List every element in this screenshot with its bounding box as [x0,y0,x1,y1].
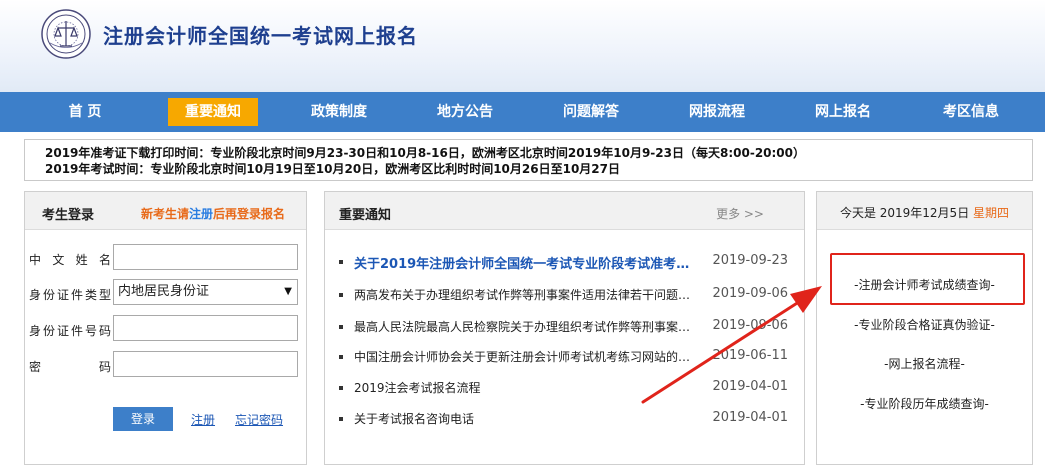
register-hint-link[interactable]: 注册 [189,207,213,221]
main-nav: 首 页 重要通知 政策制度 地方公告 问题解答 网报流程 网上报名 考区信息 [0,92,1045,132]
nav-item-exam-areas[interactable]: 考区信息 [926,98,1016,126]
name-input[interactable] [113,244,298,270]
login-panel: 考生登录 新考生请注册后再登录报名 中 文 姓 名 身份证件类型 内地居民身份证… [24,191,307,465]
nav-item-faq[interactable]: 问题解答 [546,98,636,126]
news-item-link[interactable]: 两高发布关于办理组织考试作弊等刑事案件适用法律若干问题的解释 [354,286,701,303]
news-item: 最高人民法院最高人民检察院关于办理组织考试作弊等刑事案件适用法律若干问题的解释 … [339,318,790,336]
today-date-text: 今天是 2019年12月5日 [839,206,970,220]
password-label: 密 码 [29,360,111,374]
score-query-link[interactable]: -注册会计师考试成绩查询- [817,276,1032,293]
forgot-password-link[interactable]: 忘记密码 [235,411,283,428]
bullet-icon [339,386,343,390]
historical-score-link[interactable]: -专业阶段历年成绩查询- [817,395,1032,412]
certificate-verify-link[interactable]: -专业阶段合格证真伪验证- [817,316,1032,333]
register-hint-prefix: 新考生请 [141,207,190,221]
news-item-date: 2019-09-06 [712,318,788,333]
id-number-input[interactable] [113,315,298,341]
news-item-link[interactable]: 关于2019年注册会计师全国统一考试专业阶段考试准考证下载打印的通知 [354,253,699,272]
notice-line-admission: 2019年准考证下载打印时间：专业阶段北京时间9月23-30日和10月8-16日… [45,146,806,160]
news-item-link[interactable]: 2019注会考试报名流程 [354,379,701,396]
news-item: 关于考试报名咨询电话 2019-04-01 [339,410,790,428]
bullet-icon [339,260,343,264]
id-type-label: 身份证件类型 [29,288,111,302]
quick-links-panel: 今天是 2019年12月5日 星期四 -注册会计师考试成绩查询- -专业阶段合格… [816,191,1033,465]
register-link[interactable]: 注册 [191,411,215,428]
register-hint-suffix: 后再登录报名 [213,207,286,221]
nav-item-online-registration[interactable]: 网上报名 [798,98,888,126]
news-more-link[interactable]: 更多 >> [716,205,764,222]
news-title: 重要通知 [339,208,392,223]
news-item-link[interactable]: 最高人民法院最高人民检察院关于办理组织考试作弊等刑事案件适用法律若干问题的解释 [354,318,701,335]
news-item-link[interactable]: 关于考试报名咨询电话 [354,410,701,427]
news-item: 中国注册会计师协会关于更新注册会计师考试机考练习网站的公告 2019-06-11 [339,348,790,366]
cicpa-logo-icon [41,9,91,59]
today-weekday: 星期四 [973,206,1010,220]
login-button[interactable]: 登录 [113,407,173,431]
news-item: 关于2019年注册会计师全国统一考试专业阶段考试准考证下载打印的通知 2019-… [339,253,790,272]
bullet-icon [339,417,343,421]
nav-item-local-announcements[interactable]: 地方公告 [420,98,510,126]
bullet-icon [339,355,343,359]
news-item-date: 2019-06-11 [712,348,788,363]
news-item-date: 2019-09-06 [712,286,788,301]
id-number-label: 身份证件号码 [29,324,111,338]
register-hint: 新考生请注册后再登录报名 [141,205,285,222]
news-item-link[interactable]: 中国注册会计师协会关于更新注册会计师考试机考练习网站的公告 [354,348,701,365]
name-label: 中 文 姓 名 [29,253,111,267]
nav-item-process[interactable]: 网报流程 [672,98,762,126]
site-title: 注册会计师全国统一考试网上报名 [103,24,418,48]
nav-item-notices[interactable]: 重要通知 [168,98,258,126]
news-item: 两高发布关于办理组织考试作弊等刑事案件适用法律若干问题的解释 2019-09-0… [339,286,790,304]
dropdown-arrow-icon: ▼ [284,286,292,297]
login-panel-header: 考生登录 新考生请注册后再登录报名 [25,192,306,230]
news-item-date: 2019-09-23 [712,253,788,268]
bullet-icon [339,325,343,329]
notice-line-exam-time: 2019年考试时间：专业阶段北京时间10月19日至10月20日，欧洲考区比利时时… [45,162,620,176]
id-type-selected: 内地居民身份证 [118,284,210,299]
news-item-date: 2019-04-01 [712,410,788,425]
registration-process-link[interactable]: -网上报名流程- [817,355,1032,372]
news-panel-header: 重要通知 更多 >> [325,192,804,230]
id-type-select[interactable]: 内地居民身份证 ▼ [113,279,298,305]
nav-item-policy[interactable]: 政策制度 [294,98,384,126]
password-input[interactable] [113,351,298,377]
site-header: 注册会计师全国统一考试网上报名 [0,0,1045,92]
bullet-icon [339,293,343,297]
news-item-date: 2019-04-01 [712,379,788,394]
login-title: 考生登录 [42,208,95,223]
today-date: 今天是 2019年12月5日 星期四 [817,204,1032,221]
date-panel-header: 今天是 2019年12月5日 星期四 [817,192,1032,230]
notice-bar: 2019年准考证下载打印时间：专业阶段北京时间9月23-30日和10月8-16日… [24,139,1033,181]
news-panel: 重要通知 更多 >> 关于2019年注册会计师全国统一考试专业阶段考试准考证下载… [324,191,805,465]
news-item: 2019注会考试报名流程 2019-04-01 [339,379,790,397]
nav-item-home[interactable]: 首 页 [50,98,120,126]
